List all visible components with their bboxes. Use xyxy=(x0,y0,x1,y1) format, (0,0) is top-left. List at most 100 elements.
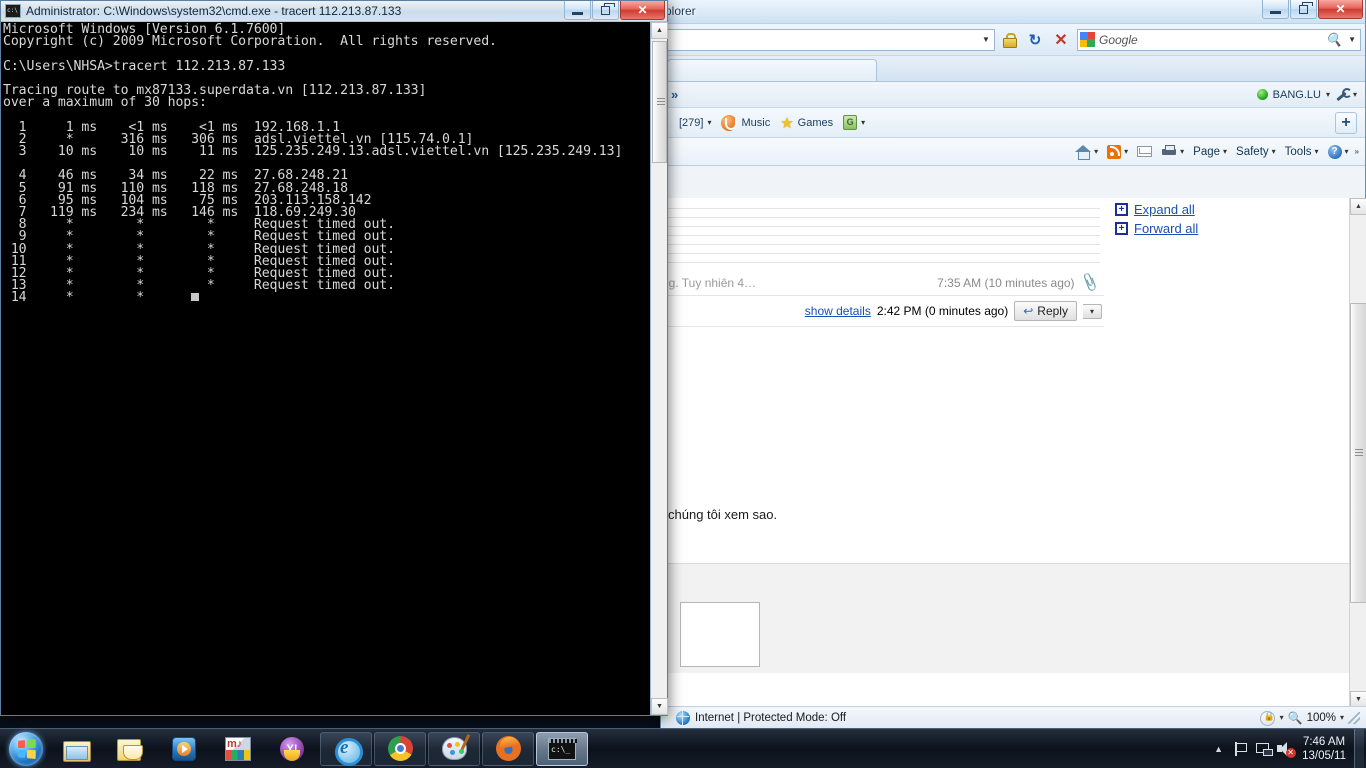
cmd-restore-button[interactable] xyxy=(592,1,619,20)
search-provider-caret-icon[interactable]: ▼ xyxy=(1348,35,1356,44)
page-menu[interactable]: Page ▾ xyxy=(1190,144,1230,160)
search-icon[interactable]: 🔍 xyxy=(1326,32,1342,48)
refresh-icon[interactable]: ↻ xyxy=(1023,28,1047,52)
cmd-minimize-button[interactable] xyxy=(564,1,591,20)
taskbar-button-windows-explorer[interactable] xyxy=(50,732,102,766)
print-caret-icon[interactable]: ▾ xyxy=(1180,147,1184,156)
wrench-settings-icon[interactable] xyxy=(1335,88,1352,101)
ie-navigation-bar: ▼ ↻ ✕ Google 🔍 ▼ xyxy=(661,24,1365,56)
account-name-label[interactable]: BANG.LU xyxy=(1273,89,1321,101)
printer-icon xyxy=(1161,145,1177,158)
browser-tab[interactable] xyxy=(667,59,877,81)
page-caret-icon[interactable]: ▾ xyxy=(1223,147,1227,156)
search-input[interactable]: Google xyxy=(1099,33,1138,47)
message-timestamp: 7:35 AM (10 minutes ago) xyxy=(937,275,1075,290)
taskbar-button-music-app[interactable] xyxy=(212,732,264,766)
home-button[interactable]: ▾ xyxy=(1072,143,1101,161)
settings-caret-icon[interactable]: ▾ xyxy=(1353,90,1357,99)
console-vertical-scrollbar[interactable]: ▲ ▼ xyxy=(650,22,668,715)
print-button[interactable]: ▾ xyxy=(1158,143,1187,160)
ie-minimize-button[interactable] xyxy=(1262,0,1289,19)
address-dropdown-icon[interactable]: ▼ xyxy=(978,35,994,44)
reply-button[interactable]: ↩ Reply xyxy=(1014,301,1077,321)
volume-muted-icon[interactable]: ✕ xyxy=(1274,738,1296,760)
read-mail-button[interactable] xyxy=(1134,144,1155,159)
message-action-row: show details 2:42 PM (0 minutes ago) ↩ R… xyxy=(662,296,1104,327)
home-caret-icon[interactable]: ▾ xyxy=(1094,147,1098,156)
taskbar-button-windows-media-player[interactable] xyxy=(158,732,210,766)
feeds-caret-icon[interactable]: ▾ xyxy=(1124,147,1128,156)
taskbar-button-google-chrome[interactable] xyxy=(374,731,426,766)
expand-all-row[interactable]: + Expand all xyxy=(1115,202,1349,217)
console-body[interactable]: Microsoft Windows [Version 6.1.7600] Cop… xyxy=(1,22,668,715)
cmd-title-bar[interactable]: Administrator: C:\Windows\system32\cmd.e… xyxy=(1,1,667,22)
ie-restore-button[interactable] xyxy=(1290,0,1317,19)
cmd-close-button[interactable]: ✕ xyxy=(620,1,665,20)
console-scroll-up-button[interactable]: ▲ xyxy=(651,22,668,39)
command-prompt-window[interactable]: Administrator: C:\Windows\system32\cmd.e… xyxy=(0,0,668,716)
network-icon[interactable] xyxy=(1252,738,1274,760)
show-hidden-icons-button[interactable]: ▲ xyxy=(1207,744,1230,754)
commandbar-overflow-icon[interactable]: » xyxy=(1355,147,1359,156)
console-scroll-down-button[interactable]: ▼ xyxy=(651,698,668,715)
feed-count-caret-icon[interactable]: ▾ xyxy=(707,118,711,127)
toolbar-item-tag[interactable]: G ▾ xyxy=(843,115,865,130)
search-box[interactable]: Google 🔍 ▼ xyxy=(1077,28,1361,51)
page-menu-label: Page xyxy=(1193,145,1221,158)
forward-all-row[interactable]: + Forward all xyxy=(1115,221,1349,236)
help-caret-icon[interactable]: ▾ xyxy=(1345,147,1349,156)
taskbar-button-yahoo-messenger[interactable] xyxy=(266,732,318,766)
window-resize-grip[interactable] xyxy=(1348,711,1360,724)
feeds-button[interactable]: ▾ xyxy=(1104,143,1131,161)
expand-all-link[interactable]: Expand all xyxy=(1134,202,1195,217)
account-caret-icon[interactable]: ▾ xyxy=(1326,90,1330,99)
console-scroll-thumb[interactable] xyxy=(652,41,667,163)
toolbar-item-music[interactable]: Music xyxy=(721,114,770,131)
ie-close-button[interactable]: ✕ xyxy=(1318,0,1363,19)
security-lock-icon[interactable] xyxy=(997,28,1021,52)
internet-explorer-window[interactable]: plorer ✕ ▼ ↻ ✕ Google 🔍 ▼ » BANG.LU ▾ ▾ … xyxy=(660,0,1366,730)
ie-tab-row xyxy=(661,56,1365,82)
taskbar-button-command-prompt[interactable] xyxy=(536,731,588,766)
conversation-sidebar: + Expand all + Forward all xyxy=(1105,198,1349,236)
toolbar-item-feed-count[interactable]: [279] ▾ xyxy=(679,117,711,129)
zoom-level-label[interactable]: 100% xyxy=(1307,712,1336,724)
scroll-thumb[interactable] xyxy=(1350,303,1366,603)
tag-caret-icon[interactable]: ▾ xyxy=(861,118,865,127)
protected-mode-icon[interactable] xyxy=(1259,710,1276,726)
show-desktop-button[interactable] xyxy=(1354,728,1364,768)
address-bar[interactable]: ▼ xyxy=(665,28,995,51)
start-button[interactable] xyxy=(4,730,48,768)
zoom-caret-icon[interactable]: ▾ xyxy=(1340,713,1344,722)
ie-title-bar[interactable]: plorer ✕ xyxy=(661,0,1365,24)
console-output[interactable]: Microsoft Windows [Version 6.1.7600] Cop… xyxy=(1,22,650,715)
scroll-up-button[interactable]: ▲ xyxy=(1350,198,1366,215)
safety-caret-icon[interactable]: ▾ xyxy=(1272,147,1276,156)
toolbar-item-games[interactable]: ★ Games xyxy=(780,114,833,132)
stop-icon[interactable]: ✕ xyxy=(1049,28,1073,52)
action-center-flag-icon[interactable] xyxy=(1230,738,1252,760)
tools-caret-icon[interactable]: ▾ xyxy=(1315,147,1319,156)
reply-dropdown-button[interactable]: ▾ xyxy=(1082,303,1102,319)
collapsed-message-row[interactable]: ng. Tuy nhiên 4… 7:35 AM (10 minutes ago… xyxy=(662,270,1104,296)
ie-command-bar: ▾ ▾ ▾ Page ▾ Safety ▾ Tools ▾ ? ▾ » xyxy=(661,138,1365,166)
taskbar-button-firefox[interactable] xyxy=(482,731,534,766)
zoom-icon[interactable]: 🔍 xyxy=(1288,711,1303,725)
help-icon: ? xyxy=(1327,144,1342,159)
show-details-link[interactable]: show details xyxy=(805,304,871,318)
clock[interactable]: 7:46 AM 13/05/11 xyxy=(1296,735,1354,763)
taskbar-button-paint[interactable] xyxy=(428,731,480,766)
help-menu[interactable]: ? ▾ xyxy=(1325,143,1352,161)
taskbar: ▲ ✕ 7:46 AM 13/05/11 xyxy=(0,728,1366,768)
tools-menu[interactable]: Tools ▾ xyxy=(1282,144,1322,160)
taskbar-button-internet-explorer[interactable] xyxy=(320,731,372,766)
taskbar-button-mail[interactable] xyxy=(104,732,156,766)
page-vertical-scrollbar[interactable]: ▲ ▼ xyxy=(1349,198,1366,708)
zone-caret-icon[interactable]: ▾ xyxy=(1280,713,1284,722)
cmd-window-controls: ✕ xyxy=(563,1,665,20)
compose-textbox[interactable] xyxy=(680,602,760,667)
safety-menu[interactable]: Safety ▾ xyxy=(1233,144,1279,160)
new-tab-button[interactable]: + xyxy=(1335,111,1357,134)
envelope-mail-icon xyxy=(117,738,143,761)
forward-all-link[interactable]: Forward all xyxy=(1134,221,1198,236)
